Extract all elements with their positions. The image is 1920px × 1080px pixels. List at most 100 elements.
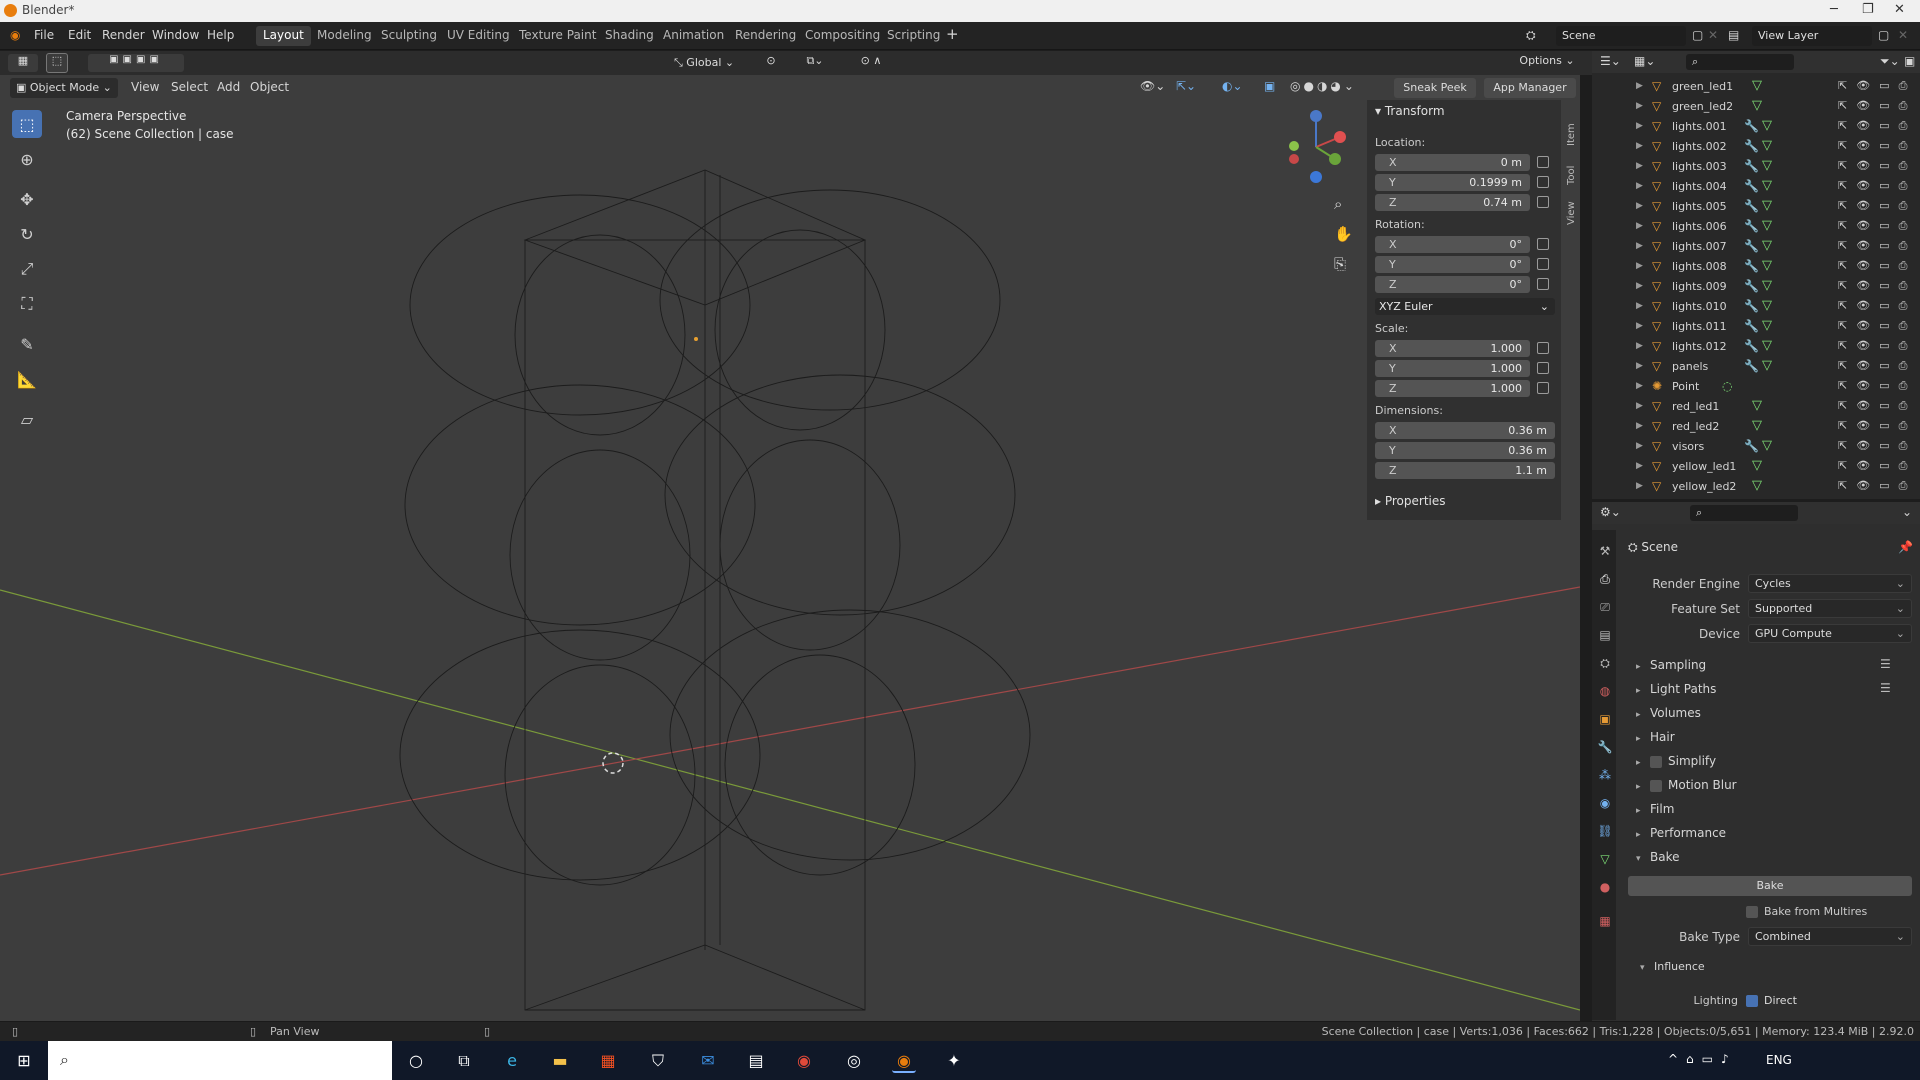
section-hair[interactable]: ▸ Hair	[1636, 730, 1675, 744]
outliner-row[interactable]: ▶ ▽ yellow_led1 ▽ ⇱👁▭⎙	[1592, 457, 1920, 477]
outliner-item-name[interactable]: red_led1	[1672, 400, 1719, 413]
particles-tab-icon[interactable]: ⁂	[1597, 768, 1613, 784]
outliner-row[interactable]: ▶ ▽ lights.007 🔧 ▽ ⇱👁▭⎙	[1592, 237, 1920, 257]
minimize-icon[interactable]: ─	[1830, 2, 1838, 17]
visibility-controls[interactable]: ⇱👁▭⎙	[1838, 79, 1916, 93]
visibility-controls[interactable]: ⇱👁▭⎙	[1838, 159, 1916, 173]
cursor-tool-icon[interactable]: ⊕	[12, 145, 42, 173]
camera-view-icon[interactable]: ⎘	[1334, 255, 1346, 273]
microsoft-store-tiles-icon[interactable]: ▦	[596, 1049, 620, 1073]
visibility-controls[interactable]: ⇱👁▭⎙	[1838, 99, 1916, 113]
transform-tool-icon[interactable]: ⛶	[12, 290, 42, 318]
outliner-row[interactable]: ▶ ▽ lights.012 🔧 ▽ ⇱👁▭⎙	[1592, 337, 1920, 357]
pin-icon[interactable]: 📌	[1898, 540, 1913, 554]
rotation-x-field[interactable]: X 0°	[1375, 236, 1530, 253]
outliner-row[interactable]: ▶ ▽ lights.009 🔧 ▽ ⇱👁▭⎙	[1592, 277, 1920, 297]
tab-compositing[interactable]: Compositing	[798, 26, 887, 46]
visibility-controls[interactable]: ⇱👁▭⎙	[1838, 179, 1916, 193]
expand-arrow-icon[interactable]: ▶	[1636, 301, 1643, 311]
outliner-item-name[interactable]: lights.008	[1672, 260, 1727, 273]
modifier-icon[interactable]: 🔧	[1744, 259, 1759, 273]
expand-arrow-icon[interactable]: ▶	[1636, 481, 1643, 491]
visibility-controls[interactable]: ⇱👁▭⎙	[1838, 119, 1916, 133]
mesh-data-icon[interactable]: ▽	[1762, 258, 1772, 273]
tab-modeling[interactable]: Modeling	[310, 26, 379, 46]
expand-arrow-icon[interactable]: ▶	[1636, 201, 1643, 211]
outliner-item-name[interactable]: red_led2	[1672, 420, 1719, 433]
outliner-item-name[interactable]: yellow_led1	[1672, 460, 1736, 473]
modifier-icon[interactable]: 🔧	[1744, 439, 1759, 453]
tab-layout[interactable]: Layout	[256, 26, 311, 46]
new-view-layer-icon[interactable]: ▢	[1878, 28, 1889, 42]
modifier-icon[interactable]: 🔧	[1744, 339, 1759, 353]
section-motion-blur[interactable]: ▸ Motion Blur	[1636, 778, 1737, 792]
menu-edit[interactable]: Edit	[68, 28, 91, 42]
outliner-item-name[interactable]: lights.006	[1672, 220, 1727, 233]
bake-button[interactable]: Bake	[1628, 876, 1912, 896]
transform-orientation-dropdown[interactable]: ⤡ Global ⌄	[668, 54, 748, 72]
pivot-point-icon[interactable]: ⊙	[756, 54, 786, 72]
new-collection-icon[interactable]: ▣	[1904, 54, 1915, 68]
outliner-item-name[interactable]: Point	[1672, 380, 1699, 393]
lock-icon[interactable]	[1537, 258, 1549, 270]
outliner-row[interactable]: ▶ ▽ lights.008 🔧 ▽ ⇱👁▭⎙	[1592, 257, 1920, 277]
scene-selector[interactable]: Scene	[1556, 26, 1686, 46]
mesh-data-icon[interactable]: ▽	[1762, 438, 1772, 453]
simplify-checkbox[interactable]	[1650, 755, 1662, 768]
selection-mode-buttons[interactable]: ▣▣▣▣	[88, 54, 184, 72]
proportional-edit-icon[interactable]: ⊙ ∧	[846, 54, 896, 72]
rotate-tool-icon[interactable]: ↻	[12, 220, 42, 248]
expand-arrow-icon[interactable]: ▶	[1636, 221, 1643, 231]
visibility-controls[interactable]: ⇱👁▭⎙	[1838, 439, 1916, 453]
mesh-data-icon[interactable]: ▽	[1762, 198, 1772, 213]
rotation-mode-dropdown[interactable]: XYZ Euler ⌄	[1375, 298, 1555, 315]
scale-z-field[interactable]: Z 1.000	[1375, 380, 1530, 397]
tab-shading[interactable]: Shading	[598, 26, 661, 46]
outliner-item-name[interactable]: visors	[1672, 440, 1704, 453]
mesh-data-icon[interactable]: ▽	[1762, 218, 1772, 233]
visibility-controls[interactable]: ⇱👁▭⎙	[1838, 199, 1916, 213]
transform-panel-header[interactable]: ▾ Transform	[1375, 104, 1555, 122]
menu-file[interactable]: File	[34, 28, 54, 42]
view-layer-selector[interactable]: View Layer	[1752, 26, 1872, 46]
lock-icon[interactable]	[1537, 156, 1549, 168]
taskbar-search-input[interactable]: ⌕	[48, 1041, 392, 1080]
options-dropdown[interactable]: Options ⌄	[1516, 54, 1578, 72]
editor-type-icon[interactable]: ▦	[8, 54, 38, 72]
outliner-editor-type-icon[interactable]: ☰⌄	[1600, 54, 1621, 68]
modifier-icon[interactable]: 🔧	[1744, 359, 1759, 373]
properties-editor-type-icon[interactable]: ⚙⌄	[1600, 505, 1621, 519]
outliner-item-name[interactable]: lights.004	[1672, 180, 1727, 193]
outliner-row[interactable]: ▶ ▽ visors 🔧 ▽ ⇱👁▭⎙	[1592, 437, 1920, 457]
modifier-icon[interactable]: 🔧	[1744, 239, 1759, 253]
expand-arrow-icon[interactable]: ▶	[1636, 81, 1643, 91]
visibility-controls[interactable]: ⇱👁▭⎙	[1838, 339, 1916, 353]
output-tab-icon[interactable]: ⎚	[1597, 600, 1613, 616]
feature-set-dropdown[interactable]: Supported ⌄	[1748, 599, 1912, 618]
outliner-row[interactable]: ▶ ▽ red_led1 ▽ ⇱👁▭⎙	[1592, 397, 1920, 417]
expand-arrow-icon[interactable]: ▶	[1636, 401, 1643, 411]
store-bag-icon[interactable]: ⛉	[646, 1049, 670, 1073]
visibility-controls[interactable]: ⇱👁▭⎙	[1838, 459, 1916, 473]
mesh-data-icon[interactable]: ▽	[1762, 338, 1772, 353]
outliner-row[interactable]: ▶ ▽ panels 🔧 ▽ ⇱👁▭⎙	[1592, 357, 1920, 377]
close-icon[interactable]: ✕	[1894, 2, 1905, 17]
modifier-icon[interactable]: 🔧	[1744, 279, 1759, 293]
properties-panel-header[interactable]: ▸ Properties	[1375, 494, 1555, 512]
modifier-icon[interactable]: 🔧	[1744, 179, 1759, 193]
outliner-item-name[interactable]: lights.002	[1672, 140, 1727, 153]
section-light-paths[interactable]: ▸ Light Paths	[1636, 682, 1716, 696]
lock-icon[interactable]	[1537, 238, 1549, 250]
outliner-item-name[interactable]: lights.010	[1672, 300, 1727, 313]
outliner-row[interactable]: ▶ ▽ lights.005 🔧 ▽ ⇱👁▭⎙	[1592, 197, 1920, 217]
measure-tool-icon[interactable]: 📐	[12, 365, 42, 393]
outliner-row[interactable]: ▶ ▽ green_led2 ▽ ⇱👁▭⎙	[1592, 97, 1920, 117]
lock-icon[interactable]	[1537, 362, 1549, 374]
render-engine-dropdown[interactable]: Cycles ⌄	[1748, 574, 1912, 593]
visibility-controls[interactable]: ⇱👁▭⎙	[1838, 299, 1916, 313]
expand-arrow-icon[interactable]: ▶	[1636, 321, 1643, 331]
outliner-row[interactable]: ▶ ▽ lights.006 🔧 ▽ ⇱👁▭⎙	[1592, 217, 1920, 237]
modifier-icon[interactable]: 🔧	[1744, 299, 1759, 313]
dimensions-y-field[interactable]: Y 0.36 m	[1375, 442, 1555, 459]
mesh-data-icon[interactable]: ▽	[1762, 358, 1772, 373]
